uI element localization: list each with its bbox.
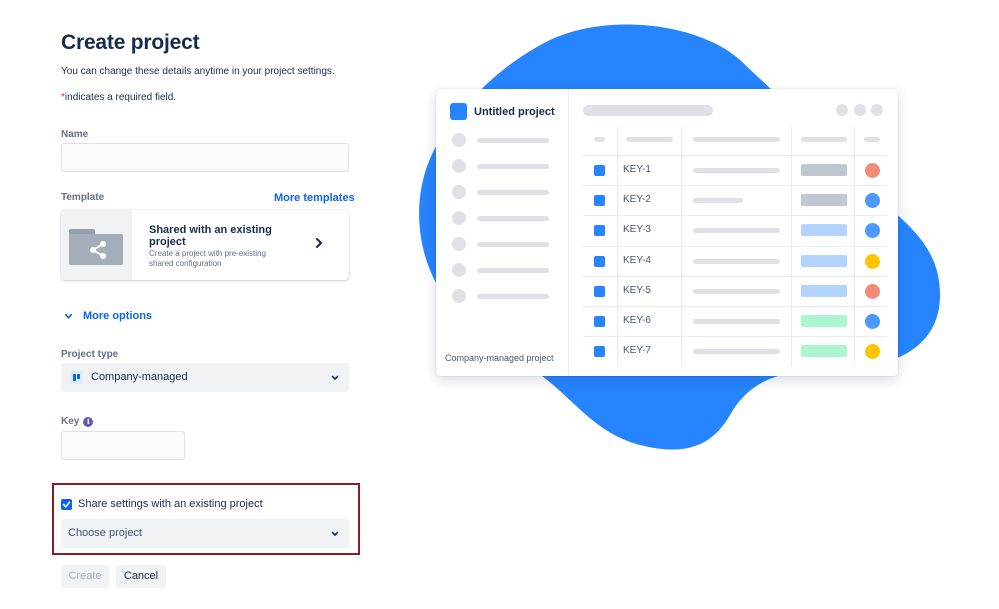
page-subtitle: You can change these details anytime in … — [61, 66, 335, 77]
row-status-chip — [801, 194, 847, 206]
row-checkbox — [594, 316, 605, 327]
preview-project-name: Untitled project — [474, 106, 555, 118]
template-card[interactable]: Shared with an existing project Create a… — [61, 210, 349, 280]
preview-topbar-placeholder — [583, 105, 713, 116]
table-header-placeholder — [801, 137, 847, 142]
table-row: KEY-2 — [583, 186, 887, 216]
table-header-placeholder — [626, 137, 673, 142]
key-input[interactable] — [61, 431, 185, 460]
name-label: Name — [61, 129, 89, 140]
create-button[interactable]: Create — [61, 565, 109, 588]
choose-project-select[interactable]: Choose project — [61, 519, 349, 548]
row-key: KEY-3 — [623, 224, 651, 235]
table-row: KEY-4 — [583, 247, 887, 277]
project-logo-icon — [450, 103, 467, 120]
window-dot — [854, 104, 866, 116]
row-key: KEY-4 — [623, 255, 651, 266]
row-assignee-avatar — [865, 344, 880, 359]
sidebar-placeholder-row — [452, 289, 562, 303]
template-card-description: Create a project with pre-existing share… — [149, 249, 266, 268]
chevron-down-icon — [64, 313, 73, 319]
preview-footer-label: Company-managed project — [445, 353, 554, 363]
row-key: KEY-2 — [623, 194, 651, 205]
row-status-chip — [801, 285, 847, 297]
project-type-select[interactable]: Company-managed — [61, 363, 349, 392]
choose-project-placeholder: Choose project — [68, 527, 142, 539]
row-assignee-avatar — [865, 254, 880, 269]
share-settings-label[interactable]: Share settings with an existing project — [78, 498, 263, 510]
row-checkbox — [594, 195, 605, 206]
name-input[interactable] — [61, 143, 349, 172]
sidebar-placeholder-row — [452, 159, 562, 173]
chevron-down-icon — [331, 375, 339, 380]
template-label: Template — [61, 192, 105, 203]
table-row: KEY-3 — [583, 216, 887, 246]
row-summary-placeholder — [693, 168, 780, 173]
window-dot — [871, 104, 883, 116]
template-card-title: Shared with an existing project — [149, 224, 272, 248]
row-checkbox — [594, 256, 605, 267]
sidebar-placeholder-row — [452, 211, 562, 225]
preview-sidebar: Untitled project Company-managed project — [436, 89, 569, 376]
checkmark-icon — [62, 501, 71, 508]
row-summary-placeholder — [693, 319, 780, 324]
row-key: KEY-1 — [623, 164, 651, 175]
more-options-toggle[interactable]: More options — [64, 310, 152, 322]
info-icon[interactable]: i — [83, 416, 94, 427]
table-header-placeholder — [864, 137, 880, 142]
row-assignee-avatar — [865, 163, 880, 178]
table-row: KEY-7 — [583, 337, 887, 367]
window-dot — [836, 104, 848, 116]
row-status-chip — [801, 345, 847, 357]
share-folder-icon — [90, 241, 106, 259]
key-label-row: Key i — [61, 416, 94, 427]
row-key: KEY-6 — [623, 315, 651, 326]
table-row: KEY-6 — [583, 307, 887, 337]
table-header-placeholder — [594, 137, 605, 142]
row-checkbox — [594, 346, 605, 357]
sidebar-placeholder-row — [452, 133, 562, 147]
chevron-down-icon — [331, 531, 339, 536]
table-header-placeholder — [693, 137, 780, 142]
required-note-text: indicates a required field. — [64, 92, 177, 103]
project-type-value: Company-managed — [91, 371, 188, 383]
sidebar-placeholder-row — [452, 237, 562, 251]
row-status-chip — [801, 224, 847, 236]
chevron-right-icon — [316, 238, 322, 248]
row-summary-placeholder — [693, 289, 780, 294]
row-key: KEY-5 — [623, 285, 651, 296]
template-thumbnail — [61, 210, 132, 280]
row-status-chip — [801, 164, 847, 176]
row-summary-placeholder — [693, 349, 780, 354]
row-status-chip — [801, 255, 847, 267]
row-assignee-avatar — [865, 284, 880, 299]
more-templates-link[interactable]: More templates — [274, 192, 355, 204]
row-checkbox — [594, 165, 605, 176]
row-assignee-avatar — [865, 314, 880, 329]
cancel-button[interactable]: Cancel — [116, 565, 166, 588]
key-label: Key — [61, 416, 80, 427]
row-checkbox — [594, 225, 605, 236]
table-row: KEY-5 — [583, 277, 887, 307]
row-summary-placeholder — [693, 259, 780, 264]
row-status-chip — [801, 315, 847, 327]
more-options-label: More options — [83, 310, 153, 322]
sidebar-placeholder-row — [452, 263, 562, 277]
page-title: Create project — [61, 31, 200, 54]
row-summary-placeholder — [693, 198, 743, 203]
row-summary-placeholder — [693, 228, 780, 233]
sidebar-placeholder-row — [452, 185, 562, 199]
row-key: KEY-7 — [623, 345, 651, 356]
table-row: KEY-1 — [583, 156, 887, 186]
row-checkbox — [594, 286, 605, 297]
project-type-label: Project type — [61, 349, 119, 360]
required-field-note: *indicates a required field. — [61, 92, 176, 103]
row-assignee-avatar — [865, 193, 880, 208]
project-preview-mockup: Untitled project Company-managed project… — [436, 89, 898, 376]
row-assignee-avatar — [865, 223, 880, 238]
share-settings-checkbox[interactable] — [61, 499, 72, 510]
company-managed-icon — [70, 371, 83, 384]
